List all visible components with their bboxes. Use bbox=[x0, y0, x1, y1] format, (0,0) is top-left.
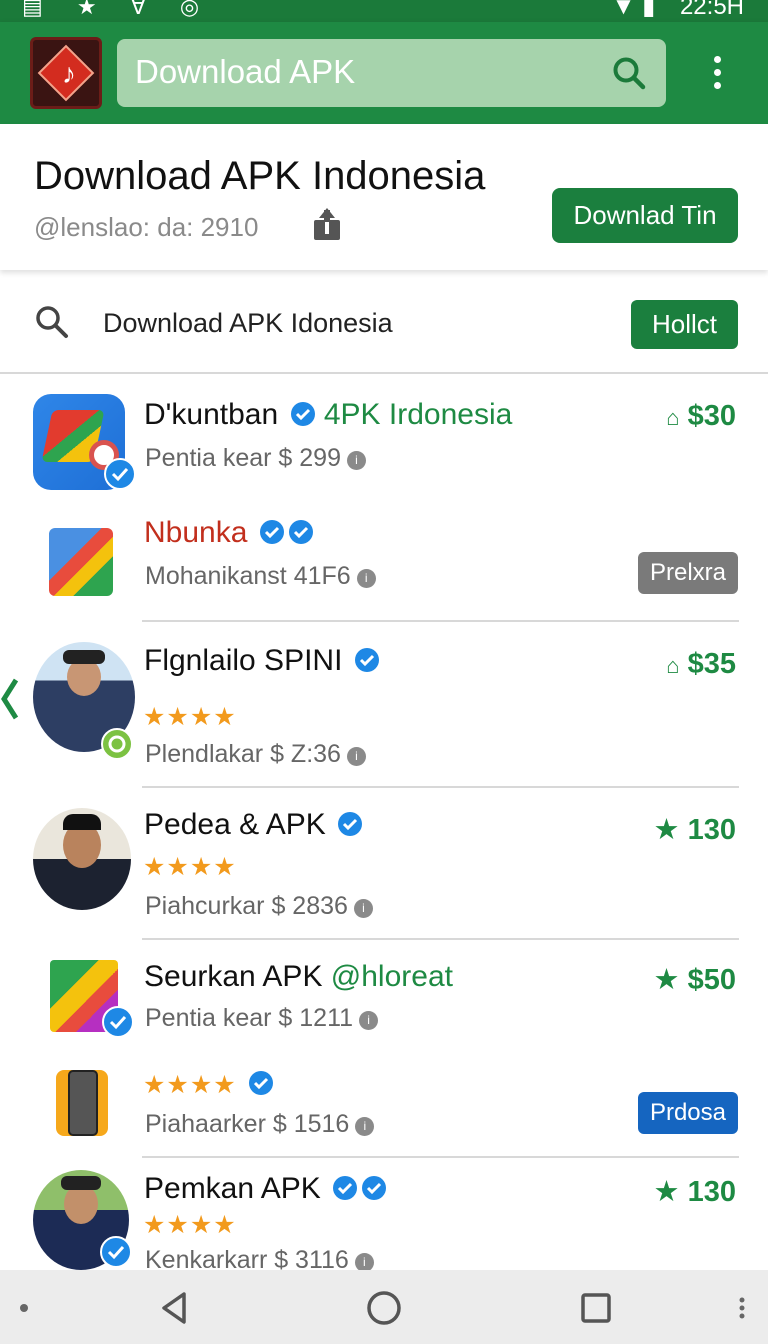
info-icon: i bbox=[359, 1011, 379, 1030]
signal-battery-icons: ▼ ▮ bbox=[611, 0, 656, 20]
item-title: Flgnlailo SPINI bbox=[144, 644, 380, 678]
item-subtitle: Pentia kear $ 1211 i bbox=[145, 1004, 379, 1033]
star-icon: ★ bbox=[653, 964, 680, 996]
app-icon-docs bbox=[49, 528, 113, 596]
list-item[interactable]: Nbunka Mohanikanst 41F6 i Prelxra bbox=[0, 504, 768, 622]
item-subtitle: Mohanikanst 41F6 i bbox=[145, 562, 376, 591]
recents-icon[interactable] bbox=[576, 1288, 616, 1328]
star-icon: ★ bbox=[653, 1176, 680, 1208]
search-input[interactable] bbox=[135, 49, 605, 95]
search-icon[interactable] bbox=[612, 56, 646, 90]
rating-stars: ★★★★ bbox=[143, 1070, 274, 1100]
item-subtitle: Plendlakar $ Z:36 i bbox=[145, 740, 366, 769]
item-subtitle: Piahaarker $ 1516 i bbox=[145, 1110, 375, 1139]
header-card: Download APK Indonesia @lenslao: da: 291… bbox=[0, 124, 768, 270]
search-icon[interactable] bbox=[34, 304, 70, 340]
download-button[interactable]: Downlad Tin bbox=[552, 188, 738, 243]
store-icon: ⌂ bbox=[666, 405, 680, 430]
status-icons-right: ▼ ▮ 22:5H bbox=[612, 0, 744, 21]
system-nav-bar bbox=[0, 1270, 768, 1344]
info-icon: i bbox=[346, 747, 366, 766]
star-icon: ★ bbox=[653, 814, 680, 846]
dot-icon bbox=[20, 1304, 28, 1312]
item-price: ⌂ $30 bbox=[666, 400, 736, 432]
status-bar: ▤ ★ ∀ ◎ ▼ ▮ 22:5H bbox=[0, 0, 768, 22]
list-item[interactable]: D'kuntban 4PK Irdonesia Pentia kear $ 29… bbox=[0, 376, 768, 504]
info-icon: i bbox=[353, 899, 373, 918]
search-row: Download APK Idonesia Hollct bbox=[0, 278, 768, 374]
item-title: Pemkan APK bbox=[144, 1172, 387, 1206]
item-price: ★ 130 bbox=[653, 814, 736, 846]
search-query[interactable]: Download APK Idonesia bbox=[103, 308, 393, 339]
rating-stars: ★★★★ bbox=[143, 703, 237, 731]
item-action-button[interactable]: Prdosa bbox=[637, 1092, 738, 1134]
overflow-menu-icon[interactable] bbox=[700, 52, 734, 96]
item-price: ★ $50 bbox=[653, 964, 736, 996]
list-item[interactable]: ★★★★ Piahaarker $ 1516 i Prdosa bbox=[0, 1054, 768, 1156]
verified-badge-icon bbox=[102, 1006, 134, 1038]
app-icon-phone bbox=[56, 1070, 108, 1136]
verified-icon bbox=[354, 648, 379, 672]
list-item[interactable]: Pemkan APK ★★★★ Kenkarkarr $ 3116 i ★ 130 bbox=[0, 1158, 768, 1274]
info-icon: i bbox=[355, 1117, 375, 1136]
verified-icon bbox=[290, 402, 315, 426]
verified-icon bbox=[248, 1071, 273, 1095]
info-icon: i bbox=[356, 569, 376, 588]
list-item[interactable]: Pedea & APK ★★★★ Piahcurkar $ 2836 i ★ 13… bbox=[0, 788, 768, 938]
verified-icon bbox=[338, 812, 363, 836]
item-title: Pedea & APK bbox=[144, 808, 363, 842]
item-subtitle: Pentia kear $ 299 i bbox=[145, 444, 366, 473]
store-icon: ⌂ bbox=[666, 653, 680, 678]
item-title: Seurkan APK @hloreat bbox=[144, 960, 453, 993]
back-icon[interactable] bbox=[154, 1288, 194, 1328]
header-subline: @lenslao: da: 2910 bbox=[34, 212, 259, 242]
more-icon[interactable] bbox=[722, 1288, 762, 1328]
item-price: ⌂ $35 bbox=[666, 648, 736, 680]
badge-icon bbox=[101, 728, 133, 760]
share-icon[interactable] bbox=[311, 208, 343, 242]
collect-button[interactable]: Hollct bbox=[631, 300, 738, 349]
app-bar: ♪ bbox=[0, 22, 768, 124]
rating-stars: ★★★★ bbox=[143, 1211, 237, 1239]
app-logo[interactable]: ♪ bbox=[30, 37, 102, 109]
search-box bbox=[117, 39, 666, 107]
home-icon[interactable] bbox=[364, 1288, 404, 1328]
list-item[interactable]: Flgnlailo SPINI ★★★★ Plendlakar $ Z:36 i … bbox=[0, 622, 768, 786]
verified-icon bbox=[288, 520, 313, 544]
verified-badge-icon bbox=[104, 458, 136, 490]
verified-icon bbox=[333, 1176, 358, 1200]
status-icons-left: ▤ ★ ∀ ◎ bbox=[22, 0, 214, 19]
item-title: Nbunka bbox=[144, 516, 314, 550]
item-action-button[interactable]: Prelxra bbox=[637, 552, 738, 594]
verified-badge-icon bbox=[100, 1236, 132, 1268]
avatar bbox=[33, 808, 131, 910]
verified-icon bbox=[259, 520, 284, 544]
status-time: 22:5H bbox=[679, 0, 744, 20]
verified-icon bbox=[362, 1176, 387, 1200]
item-price: ★ 130 bbox=[653, 1176, 736, 1208]
item-subtitle: Piahcurkar $ 2836 i bbox=[145, 892, 373, 921]
logo-glyph-icon: ♪ bbox=[62, 58, 76, 89]
list-item[interactable]: Seurkan APK @hloreat Pentia kear $ 1211 i… bbox=[0, 940, 768, 1054]
item-title: D'kuntban 4PK Irdonesia bbox=[144, 398, 513, 431]
info-icon: i bbox=[346, 451, 366, 470]
page-title: Download APK Indonesia bbox=[34, 154, 486, 198]
rating-stars: ★★★★ bbox=[143, 853, 237, 881]
